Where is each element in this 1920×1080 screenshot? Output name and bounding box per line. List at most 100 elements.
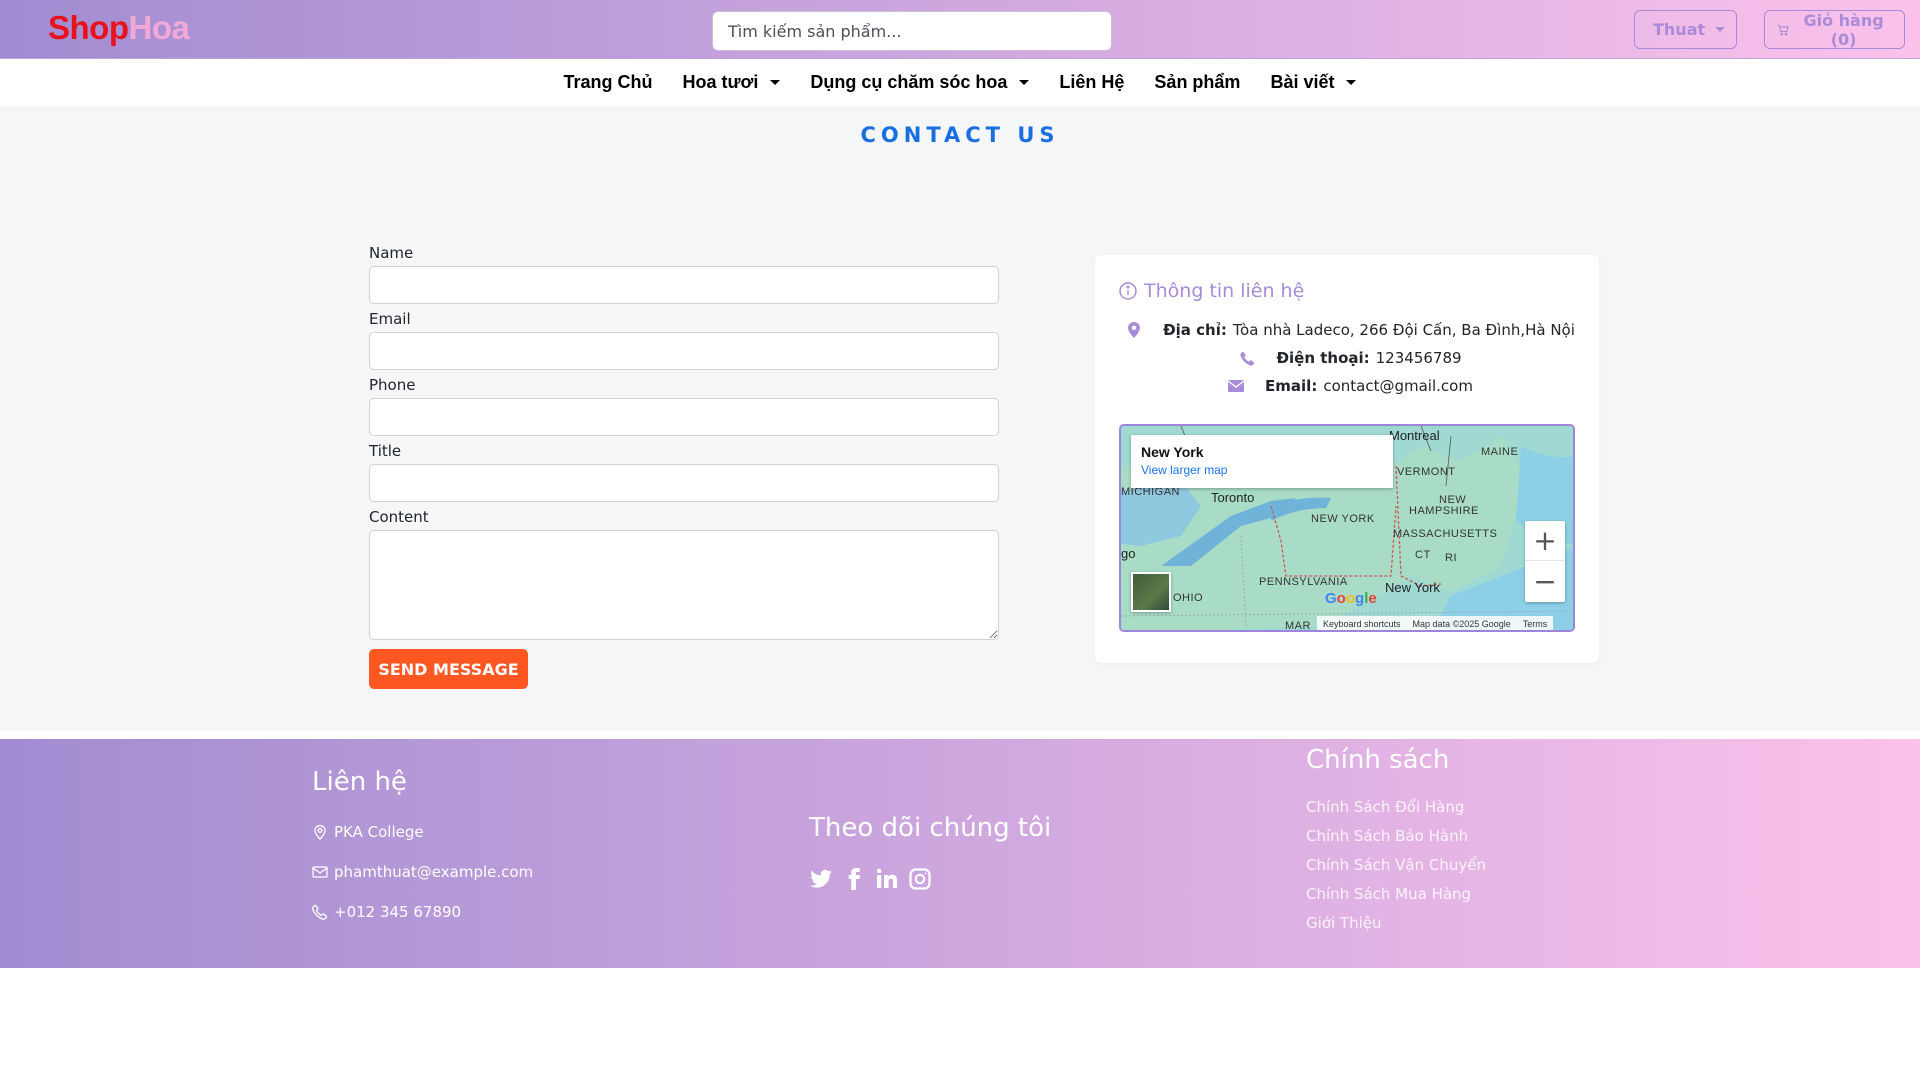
- footer-email: phamthuat@example.com: [312, 863, 533, 881]
- footer-phone-text: +012 345 67890: [334, 903, 462, 921]
- footer-contact-column: Liên hệ PKA College phamthuat@example.co…: [312, 767, 712, 921]
- nav-item-articles[interactable]: Bài viết: [1255, 72, 1371, 93]
- nav-label: Sản phẩm: [1154, 72, 1241, 92]
- chevron-down-icon: [1019, 80, 1030, 85]
- map-footer: Keyboard shortcuts Map data ©2025 Google…: [1317, 616, 1554, 630]
- chevron-down-icon: [1715, 27, 1726, 32]
- nav-item-contact[interactable]: Liên Hệ: [1044, 72, 1139, 93]
- nav-item-flower-care-tools[interactable]: Dụng cụ chăm sóc hoa: [795, 72, 1044, 93]
- chevron-down-icon: [770, 80, 781, 85]
- map-zoom-control: + −: [1525, 521, 1565, 602]
- address-label: Địa chỉ:: [1163, 321, 1227, 339]
- map-label-ohio: OHIO: [1173, 592, 1204, 604]
- main-nav: Trang Chủ Hoa tươi Dụng cụ chăm sóc hoa …: [0, 59, 1920, 106]
- satellite-toggle[interactable]: [1131, 572, 1171, 612]
- social-links: [809, 867, 932, 891]
- info-circle-icon: [1119, 282, 1137, 300]
- search-input[interactable]: [712, 11, 1112, 51]
- map-label-ct: CT: [1415, 549, 1431, 561]
- policy-link-about[interactable]: Giới Thiệu: [1306, 909, 1706, 938]
- content-field[interactable]: [369, 530, 999, 640]
- nav-label: Liên Hệ: [1059, 72, 1125, 92]
- shop-logo[interactable]: ShopHoa: [48, 9, 190, 47]
- map-place-card: New York View larger map: [1131, 435, 1393, 488]
- email-value: contact@gmail.com: [1323, 377, 1473, 395]
- envelope-icon: [312, 866, 328, 878]
- footer-address: PKA College: [312, 823, 424, 841]
- nav-item-home[interactable]: Trang Chủ: [549, 72, 668, 93]
- phone-icon: [1232, 351, 1262, 366]
- page-title: CONTACT US: [860, 123, 1060, 147]
- footer-contact-heading: Liên hệ: [312, 767, 407, 797]
- contact-form: Name Email Phone Title Content SEND MESS…: [369, 244, 999, 689]
- footer-address-text: PKA College: [334, 823, 424, 841]
- address-value: Tòa nhà Ladeco, 266 Đội Cấn, Ba Đình,Hà …: [1232, 321, 1575, 339]
- send-message-button[interactable]: SEND MESSAGE: [369, 649, 528, 689]
- name-field[interactable]: [369, 266, 999, 304]
- phone-label: Điện thoại:: [1276, 349, 1370, 367]
- map-data-text: Map data ©2025 Google: [1412, 619, 1511, 629]
- policy-link-warranty[interactable]: Chính Sách Bảo Hành: [1306, 822, 1706, 851]
- email-label: Email:: [1265, 377, 1318, 395]
- site-footer: Liên hệ PKA College phamthuat@example.co…: [0, 739, 1920, 968]
- map-label-new-york-state: NEW YORK: [1311, 513, 1375, 525]
- map-pin-icon: [314, 824, 326, 840]
- zoom-out-button[interactable]: −: [1525, 561, 1565, 601]
- nav-label: Bài viết: [1270, 72, 1335, 92]
- footer-policy-heading: Chính sách: [1306, 745, 1450, 775]
- google-logo: Google: [1325, 590, 1377, 607]
- phone-icon: [312, 904, 328, 920]
- contact-info-card: Thông tin liên hệ Địa chỉ: Tòa nhà Ladec…: [1095, 255, 1599, 663]
- policy-link-shipping[interactable]: Chính Sách Vận Chuyển: [1306, 851, 1706, 880]
- user-name: Thuat: [1653, 20, 1706, 39]
- cart-icon: [1777, 24, 1789, 36]
- nav-label: Dụng cụ chăm sóc hoa: [810, 72, 1008, 92]
- map-label-montreal: Montreal: [1389, 428, 1440, 443]
- map-place-name: New York: [1141, 444, 1204, 460]
- footer-policy-column: Chính sách Chính Sách Đổi Hàng Chính Sác…: [1306, 745, 1706, 938]
- policy-link-exchange[interactable]: Chính Sách Đổi Hàng: [1306, 793, 1706, 822]
- info-title-text: Thông tin liên hệ: [1144, 280, 1305, 302]
- user-menu-button[interactable]: Thuat: [1634, 10, 1737, 49]
- map-label-chicago: go: [1121, 546, 1136, 561]
- info-phone-row: Điện thoại: 123456789: [1095, 349, 1599, 367]
- map-pin-icon: [1119, 322, 1149, 338]
- map-label-maine: MAINE: [1481, 446, 1519, 458]
- contact-section: CONTACT US Name Email Phone Title Conten…: [0, 106, 1920, 730]
- map-label-massachusetts: MASSACHUSETTS: [1393, 528, 1498, 540]
- info-address-row: Địa chỉ: Tòa nhà Ladeco, 266 Đội Cấn, Ba…: [1095, 321, 1599, 339]
- zoom-in-button[interactable]: +: [1525, 521, 1565, 561]
- keyboard-shortcuts-link[interactable]: Keyboard shortcuts: [1323, 619, 1401, 629]
- phone-label: Phone: [369, 376, 416, 394]
- map-label-pennsylvania: PENNSYLVANIA: [1259, 576, 1348, 588]
- cart-label: Giỏ hàng (0): [1803, 10, 1884, 49]
- chevron-down-icon: [1346, 80, 1357, 85]
- nav-item-products[interactable]: Sản phẩm: [1139, 72, 1255, 93]
- instagram-icon[interactable]: [908, 867, 932, 891]
- envelope-icon: [1221, 380, 1251, 392]
- logo-shop-text[interactable]: Shop: [48, 9, 129, 46]
- footer-phone: +012 345 67890: [312, 903, 461, 921]
- terms-link[interactable]: Terms: [1523, 619, 1548, 629]
- content-label: Content: [369, 508, 429, 526]
- nav-label: Hoa tươi: [682, 72, 759, 92]
- email-field[interactable]: [369, 332, 999, 370]
- footer-follow-heading: Theo dõi chúng tôi: [809, 813, 1052, 843]
- cart-button[interactable]: Giỏ hàng (0): [1764, 10, 1905, 49]
- title-field[interactable]: [369, 464, 999, 502]
- twitter-icon[interactable]: [809, 867, 833, 891]
- phone-value: 123456789: [1375, 349, 1462, 367]
- map-label-mar: MAR: [1285, 620, 1311, 632]
- map-label-ri: RI: [1445, 552, 1457, 564]
- phone-field[interactable]: [369, 398, 999, 436]
- footer-email-text: phamthuat@example.com: [334, 863, 534, 881]
- map-label-new-york-city: New York: [1385, 580, 1440, 595]
- policy-link-purchase[interactable]: Chính Sách Mua Hàng: [1306, 880, 1706, 909]
- nav-item-fresh-flowers[interactable]: Hoa tươi: [668, 72, 796, 93]
- facebook-icon[interactable]: [842, 867, 866, 891]
- view-larger-map-link[interactable]: View larger map: [1141, 463, 1383, 477]
- logo-hoa-text[interactable]: Hoa: [128, 9, 189, 46]
- linkedin-icon[interactable]: [875, 867, 899, 891]
- embedded-map[interactable]: Montreal MAINE VERMONT MICHIGAN Toronto …: [1119, 424, 1575, 632]
- footer-follow-column: Theo dõi chúng tôi: [809, 813, 1209, 890]
